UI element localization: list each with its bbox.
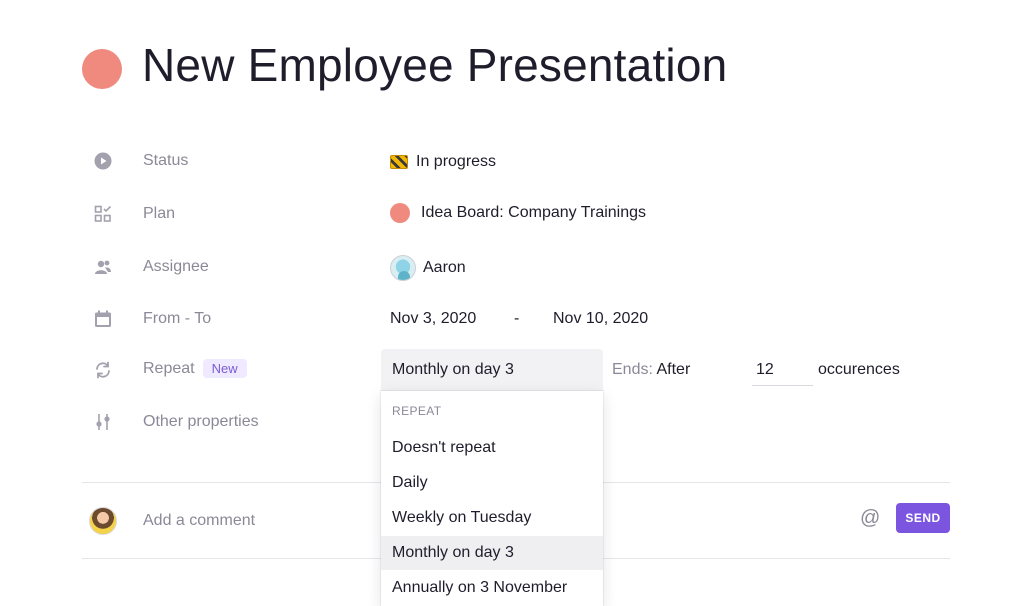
- menu-item-weekly[interactable]: Weekly on Tuesday: [381, 501, 603, 535]
- date-separator: -: [514, 310, 520, 327]
- status-text: In progress: [416, 153, 497, 170]
- ends-label: Ends:: [612, 361, 653, 378]
- sliders-icon: [92, 411, 114, 433]
- construction-icon: [390, 155, 408, 169]
- plan-label: Plan: [143, 205, 176, 222]
- repeat-label-group: Repeat New: [143, 359, 247, 378]
- menu-header: REPEAT: [392, 404, 442, 418]
- date-from[interactable]: Nov 3, 2020: [390, 310, 476, 328]
- menu-item-daily[interactable]: Daily: [381, 466, 603, 500]
- play-circle-icon: [92, 150, 114, 172]
- status-value[interactable]: In progress: [390, 153, 496, 171]
- repeat-menu: REPEAT Doesn't repeat Daily Weekly on Tu…: [381, 391, 603, 606]
- page-title: New Employee Presentation: [142, 39, 728, 91]
- occurrences-label: occurences: [818, 361, 900, 378]
- menu-item-doesnt-repeat[interactable]: Doesn't repeat: [381, 431, 603, 465]
- assignee-value[interactable]: Aaron: [390, 255, 466, 281]
- repeat-icon: [92, 359, 114, 381]
- repeat-select[interactable]: Monthly on day 3: [381, 349, 603, 391]
- status-label: Status: [143, 152, 189, 169]
- assignee-name: Aaron: [423, 259, 466, 276]
- task-color-dot: [82, 49, 122, 89]
- avatar: [89, 507, 117, 535]
- plan-text: Idea Board: Company Trainings: [421, 204, 647, 221]
- assignee-label: Assignee: [143, 258, 209, 275]
- repeat-label: Repeat: [143, 360, 195, 377]
- date-to[interactable]: Nov 10, 2020: [553, 310, 648, 328]
- assignee-icon: [92, 256, 114, 278]
- send-button[interactable]: SEND: [896, 503, 950, 533]
- at-icon[interactable]: @: [860, 507, 880, 530]
- avatar: [390, 255, 416, 281]
- other-properties-label[interactable]: Other properties: [143, 413, 259, 431]
- plan-grid-icon: [92, 203, 114, 225]
- dates-label: From - To: [143, 310, 212, 327]
- calendar-icon: [92, 308, 114, 330]
- plan-value[interactable]: Idea Board: Company Trainings: [390, 203, 646, 223]
- ends-group: Ends: After: [612, 361, 690, 379]
- ends-value[interactable]: After: [656, 361, 690, 378]
- new-badge: New: [202, 359, 247, 378]
- menu-item-monthly[interactable]: Monthly on day 3: [381, 536, 603, 570]
- occurrences-input[interactable]: [752, 354, 813, 386]
- menu-item-annually[interactable]: Annually on 3 November: [381, 571, 603, 605]
- plan-color-dot: [390, 203, 410, 223]
